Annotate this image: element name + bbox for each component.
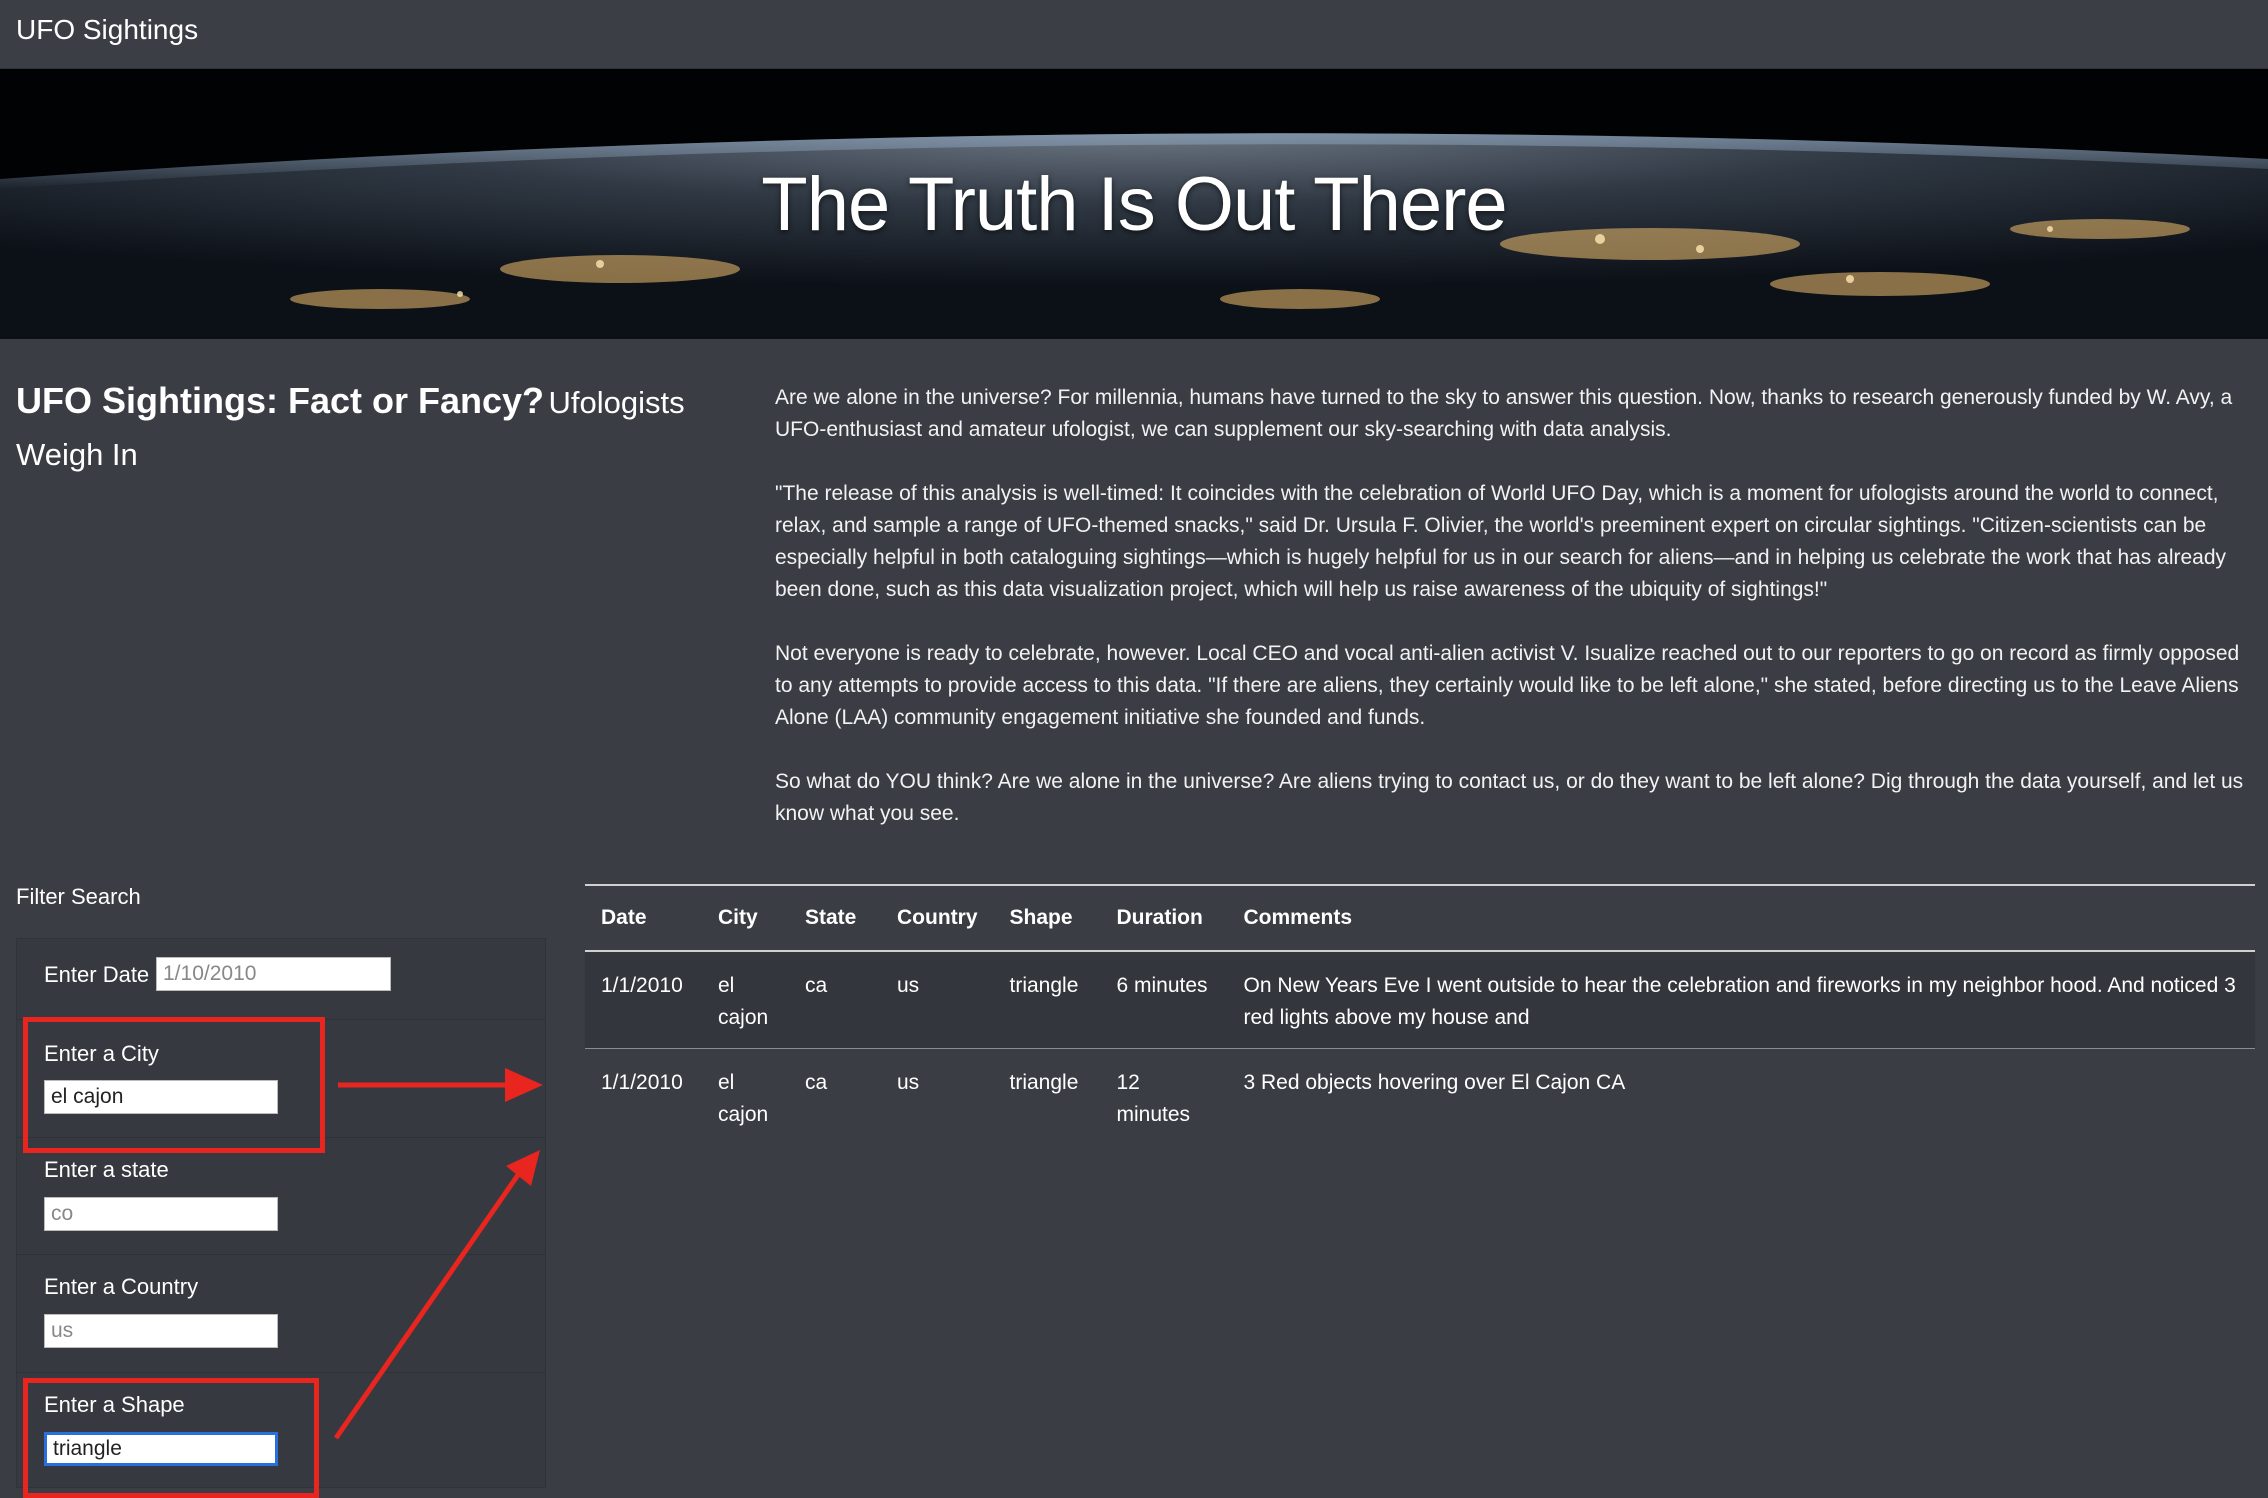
date-input[interactable] (156, 957, 391, 991)
sightings-table-area: Date City State Country Shape Duration C… (585, 884, 2255, 1145)
cell-duration: 12 minutes (1116, 1071, 1191, 1126)
col-state-header: State (789, 884, 881, 952)
cell-comments: 3 Red objects hovering over El Cajon CA (1243, 1071, 1626, 1094)
shape-highlight-box (23, 1378, 319, 1498)
state-input[interactable] (44, 1197, 278, 1231)
cell-state: ca (805, 1071, 828, 1094)
cell-comments: On New Years Eve I went outside to hear … (1227, 951, 2255, 1049)
navbar: UFO Sightings (0, 0, 2268, 69)
cell-state: ca (789, 951, 881, 1049)
col-duration-header: Duration (1100, 884, 1228, 952)
article-paragraph: "The release of this analysis is well-ti… (775, 482, 2227, 601)
filter-country-item: Enter a Country (17, 1254, 545, 1373)
col-date-header: Date (585, 884, 702, 952)
cell-country: us (881, 951, 994, 1049)
country-input[interactable] (44, 1314, 278, 1348)
table-row: 1/1/2010 el cajon ca us triangle 6 minut… (585, 951, 2255, 1049)
sightings-table: Date City State Country Shape Duration C… (585, 884, 2255, 1145)
cell-shape: triangle (993, 951, 1101, 1049)
table-header-row: Date City State Country Shape Duration C… (585, 884, 2255, 952)
page-title: UFO Sightings: Fact or Fancy? (16, 380, 545, 421)
filter-date-item: Enter Date (17, 939, 545, 1020)
cell-duration: 6 minutes (1100, 951, 1228, 1049)
cell-city: el cajon (718, 1071, 769, 1126)
article-text: Are we alone in the universe? For millen… (775, 382, 2255, 862)
col-shape-header: Shape (993, 884, 1101, 952)
article-paragraph: So what do YOU think? Are we alone in th… (775, 770, 2244, 825)
cell-shape: triangle (1009, 1071, 1079, 1094)
filter-heading: Filter Search (16, 884, 141, 909)
navbar-brand[interactable]: UFO Sightings (16, 14, 198, 46)
filter-country-label: Enter a Country (44, 1274, 199, 1299)
col-comments-header: Comments (1227, 884, 2255, 952)
col-city-header: City (702, 884, 789, 952)
filter-state-item: Enter a state (17, 1137, 545, 1255)
cell-city: el cajon (702, 951, 789, 1049)
cell-date: 1/1/2010 (601, 1071, 683, 1094)
article-paragraph: Are we alone in the universe? For millen… (775, 386, 2233, 441)
table-row: 1/1/2010 el cajon ca us triangle 12 minu… (585, 1049, 2255, 1146)
cell-date: 1/1/2010 (585, 951, 702, 1049)
filter-date-label: Enter Date (44, 962, 150, 987)
city-highlight-box (23, 1017, 325, 1153)
col-country-header: Country (881, 884, 994, 952)
filter-state-label: Enter a state (44, 1157, 169, 1182)
cell-country: us (897, 1071, 920, 1094)
hero-banner: The Truth Is Out There (0, 69, 2268, 339)
article-paragraph: Not everyone is ready to celebrate, howe… (775, 642, 2240, 729)
intro-title-block: UFO Sightings: Fact or Fancy? Ufologists… (16, 378, 696, 484)
hero-title: The Truth Is Out There (761, 162, 1507, 247)
